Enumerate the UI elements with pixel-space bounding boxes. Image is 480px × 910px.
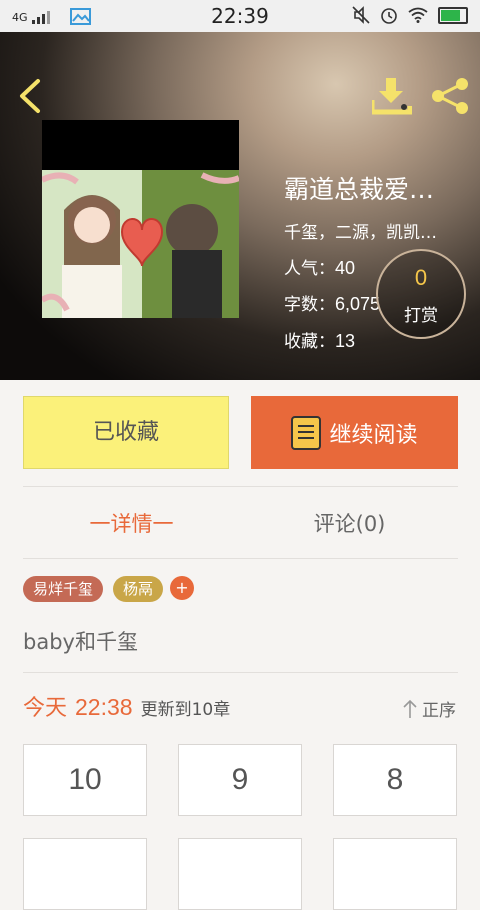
alarm-icon — [381, 8, 397, 24]
update-day: 今天 — [23, 696, 68, 721]
chapter-button-partial[interactable] — [178, 838, 302, 910]
status-right — [352, 6, 468, 24]
favorited-button[interactable]: 已收藏 — [23, 396, 229, 469]
tip-label: 打赏 — [404, 306, 438, 326]
favorites-row: 收藏：13 — [284, 327, 355, 352]
update-info: 今天 22:38 更新到10章 — [23, 690, 230, 722]
tab-comments[interactable]: 评论(0) — [241, 496, 458, 552]
popularity-label: 人气： — [284, 259, 335, 279]
chapter-button[interactable]: 10 — [23, 744, 147, 816]
word-count-row: 字数：6,075 — [284, 290, 380, 315]
book-title: 霸道总裁爱… — [284, 175, 435, 204]
chapter-button-partial[interactable] — [23, 838, 147, 910]
arrow-up-icon — [403, 699, 417, 718]
divider — [23, 558, 458, 559]
book-header: 霸道总裁爱… 千玺，二源，凯凯… 人气：40 字数：6,075 收藏：13 0 … — [0, 32, 480, 380]
popularity-value: 40 — [335, 258, 356, 278]
popularity-row: 人气：40 — [284, 254, 355, 279]
chapter-button-partial[interactable] — [333, 838, 457, 910]
cover-top-band — [42, 120, 239, 170]
favorites-label: 收藏： — [284, 332, 335, 352]
word-count-label: 字数： — [284, 295, 335, 315]
tag-chip[interactable]: 杨鬲 — [113, 576, 164, 602]
battery-level — [441, 9, 460, 21]
chapter-button[interactable]: 8 — [333, 744, 457, 816]
book-icon — [291, 415, 322, 450]
book-cover-image[interactable] — [42, 170, 239, 318]
update-time: 22:38 — [75, 694, 133, 720]
sort-order-toggle[interactable]: 正序 — [402, 696, 456, 721]
update-text: 更新到10章 — [140, 700, 231, 720]
word-count-value: 6,075 — [335, 294, 381, 314]
book-description: baby和千玺 — [23, 630, 138, 654]
continue-reading-label: 继续阅读 — [329, 422, 418, 448]
tag-chip[interactable]: 易烊千玺 — [23, 576, 104, 602]
continue-reading-button[interactable]: 继续阅读 — [251, 396, 458, 469]
add-tag-button[interactable]: + — [170, 576, 194, 600]
chapter-button[interactable]: 9 — [178, 744, 302, 816]
battery-icon — [438, 6, 468, 24]
status-bar: 4G 22:39 — [0, 0, 480, 32]
wifi-icon — [408, 7, 428, 23]
sort-order-label: 正序 — [422, 701, 456, 721]
divider — [23, 486, 458, 487]
divider — [23, 672, 458, 673]
tab-details[interactable]: 一详情一 — [23, 496, 240, 552]
share-icon[interactable] — [430, 76, 470, 116]
book-authors: 千玺，二源，凯凯… — [284, 223, 437, 243]
tip-button[interactable]: 0 打赏 — [376, 249, 466, 339]
download-icon[interactable] — [372, 76, 412, 116]
back-icon[interactable] — [16, 78, 46, 114]
tip-count: 0 — [414, 265, 428, 290]
favorites-value: 13 — [335, 331, 356, 351]
mute-icon — [352, 6, 370, 24]
